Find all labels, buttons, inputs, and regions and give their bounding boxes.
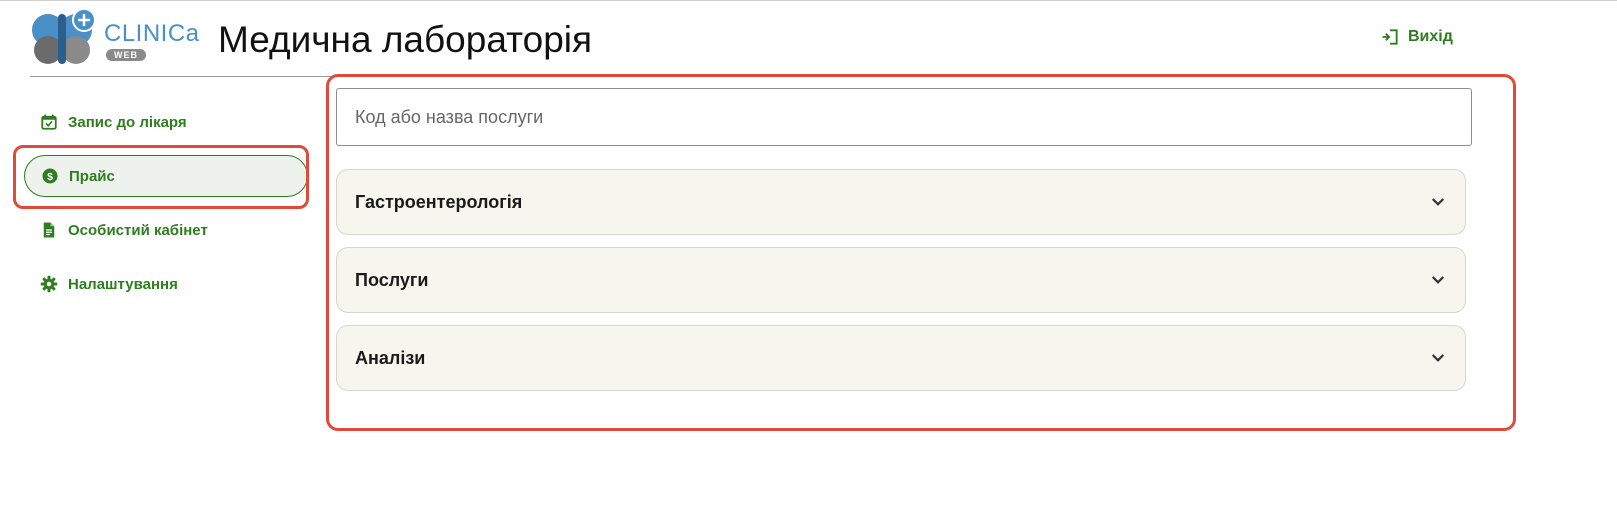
sidebar-item-account[interactable]: Особистий кабінет: [24, 209, 308, 251]
page-title: Медична лабораторія: [218, 19, 593, 60]
accordion-label: Гастроентерологія: [355, 191, 523, 212]
chevron-down-icon: [1431, 354, 1445, 362]
sidebar-item-settings[interactable]: Налаштування: [24, 263, 308, 305]
logo-web-badge: WEB: [106, 49, 146, 61]
calendar-check-icon: [41, 114, 57, 130]
sidebar-item-label: Прайс: [69, 167, 115, 185]
accordion-analyses[interactable]: Аналізи: [336, 325, 1466, 391]
service-search-input[interactable]: [336, 88, 1472, 146]
accordion-label: Послуги: [355, 269, 429, 290]
sign-in-icon: [1382, 29, 1398, 45]
logo-text: CLINICa: [104, 20, 200, 47]
document-icon: [43, 222, 55, 238]
chevron-down-icon: [1431, 276, 1445, 284]
accordion-services[interactable]: Послуги: [336, 247, 1466, 313]
dollar-circle-icon: $: [42, 168, 58, 184]
chevron-down-icon: [1431, 198, 1445, 206]
clinica-logo: CLINICa WEB: [30, 6, 200, 66]
sidebar-item-appointment[interactable]: Запис до лікаря: [24, 101, 308, 143]
gear-icon: [40, 275, 58, 293]
logout-label: Вихід: [1408, 28, 1453, 45]
accordion-gastroenterology[interactable]: Гастроентерологія: [336, 169, 1466, 235]
accordion-label: Аналізи: [355, 347, 426, 368]
sidebar-item-label: Особистий кабінет: [68, 221, 208, 239]
sidebar-item-price[interactable]: $ Прайс: [24, 155, 308, 197]
sidebar-item-label: Запис до лікаря: [68, 113, 187, 131]
app-header: CLINICa WEB Медична лабораторія Вихід: [30, 1, 1510, 77]
svg-text:$: $: [47, 171, 53, 183]
butterfly-logo-icon: [32, 8, 96, 64]
sidebar-item-label: Налаштування: [68, 275, 178, 293]
logout-button[interactable]: Вихід: [1380, 27, 1453, 47]
sidebar-nav: Запис до лікаря $ Прайс Особистий кабіне…: [24, 101, 308, 317]
